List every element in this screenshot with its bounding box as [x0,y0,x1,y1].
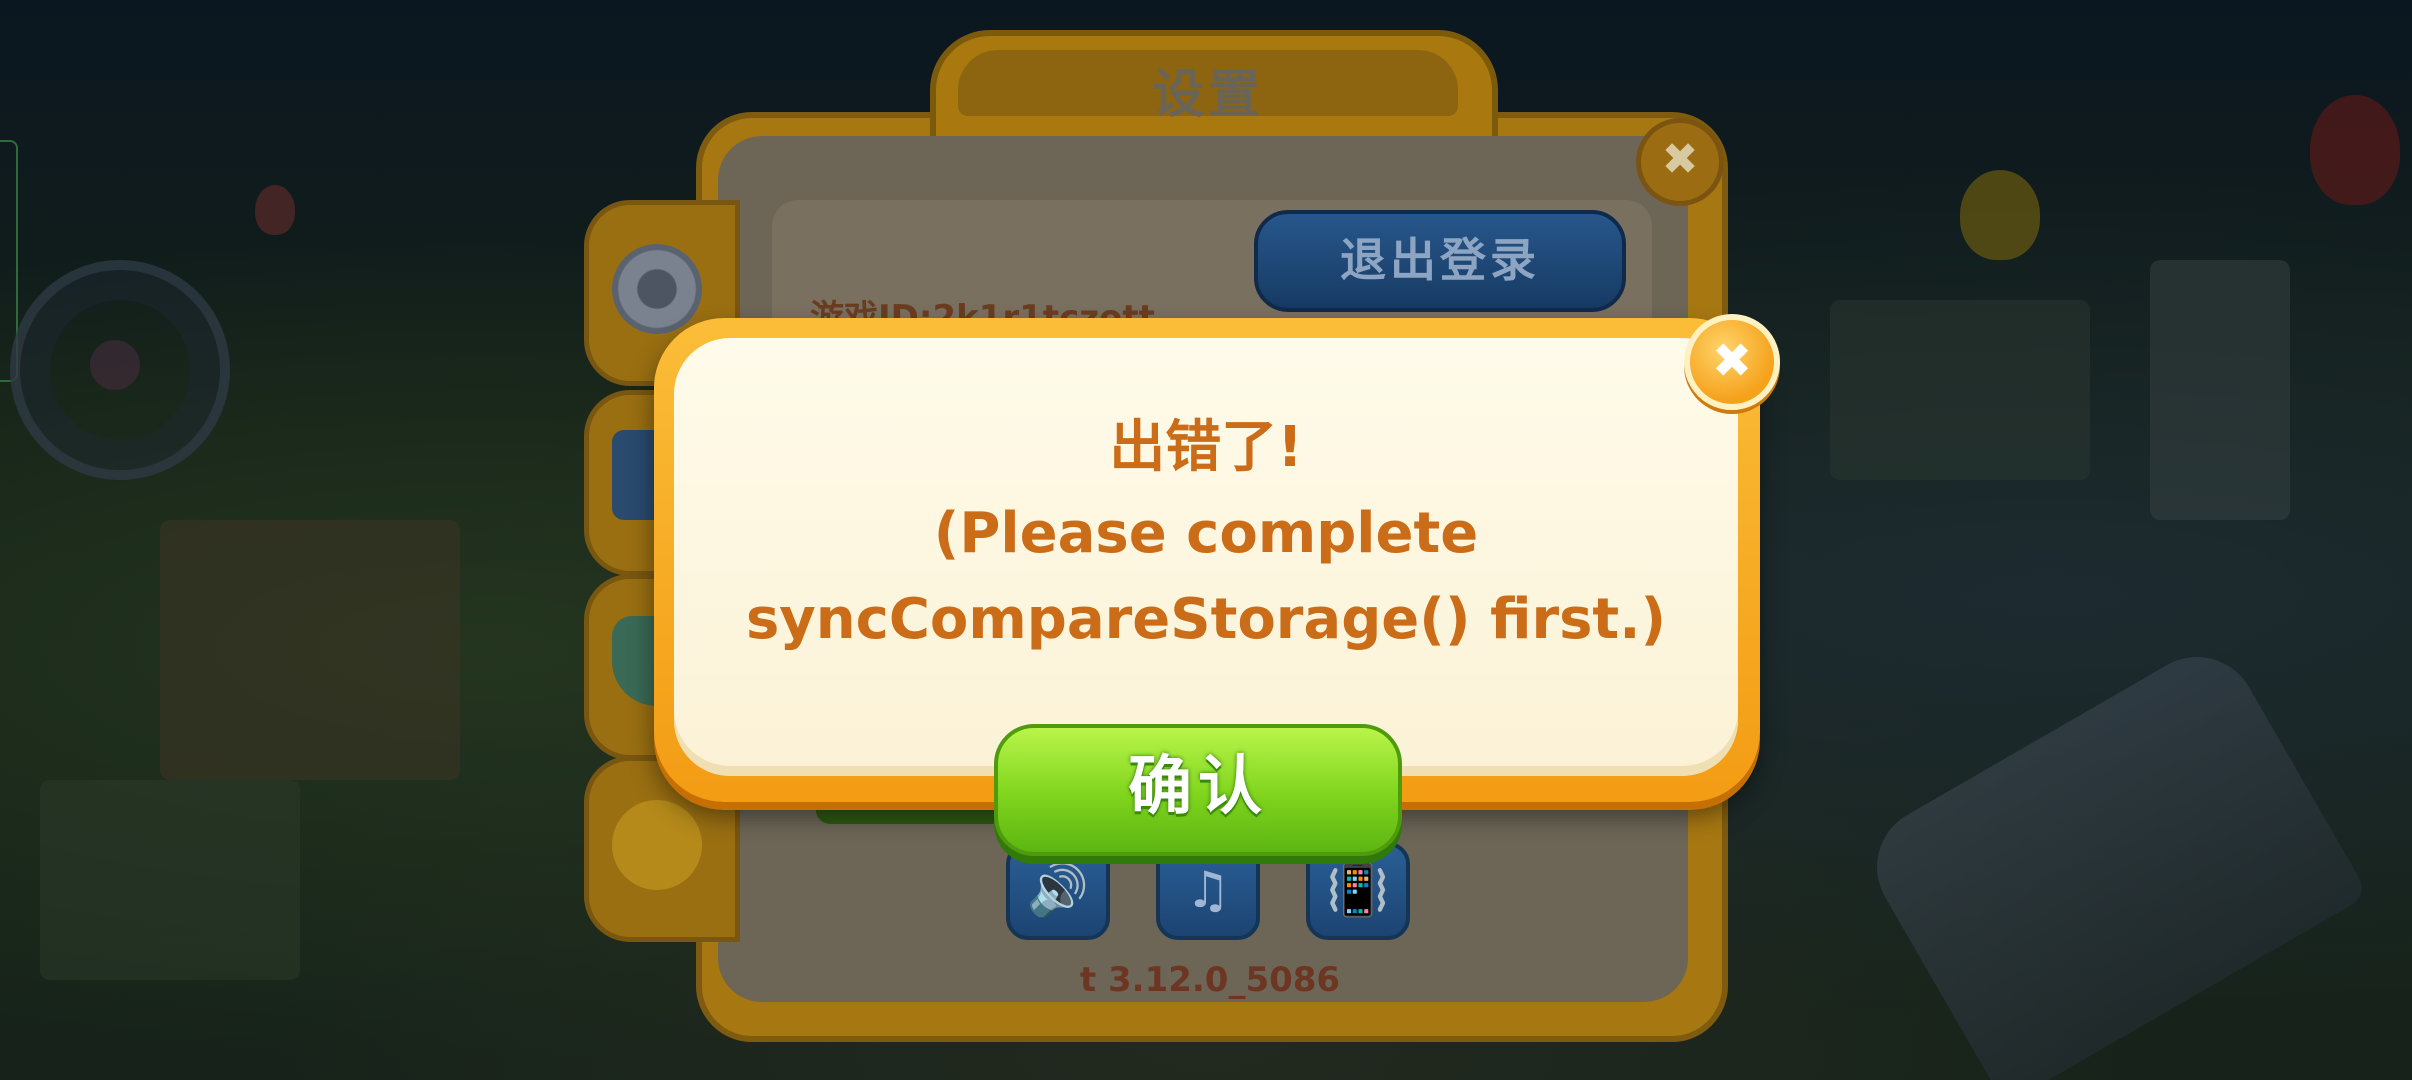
error-dialog-message: 出错了! (Please complete syncCompareStorage… [674,405,1738,663]
error-message-line-2: syncCompareStorage() first.) [745,587,1667,652]
speaker-icon: 🔊 [1026,861,1090,919]
vibration-toggle-button[interactable]: 📳 [1306,842,1410,940]
vibrate-phone-icon: 📳 [1326,861,1390,919]
version-label: t 3.12.0_5086 [1079,960,1341,1000]
confirm-button[interactable]: 确认 [994,724,1402,856]
smiley-icon [612,800,702,890]
sound-toggle-button[interactable]: 🔊 [1006,842,1110,940]
music-toggle-button[interactable]: ♫ [1156,842,1260,940]
music-note-icon: ♫ [1185,861,1231,919]
settings-title: 设置 [1151,65,1264,125]
logout-button[interactable]: 退出登录 [1254,210,1626,312]
gear-icon [612,244,702,334]
settings-close-button[interactable]: ✖ [1636,118,1724,206]
error-message-line-1: (Please complete [933,501,1479,566]
close-icon: ✖ [1711,333,1753,389]
error-title: 出错了! [1109,415,1303,480]
error-dialog-close-button[interactable]: ✖ [1684,314,1780,410]
